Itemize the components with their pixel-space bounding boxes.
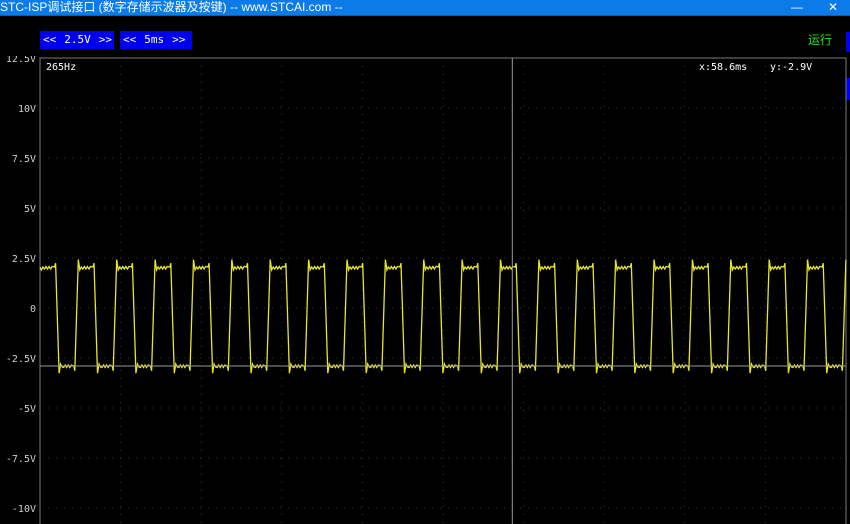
volt-div-control: << 2.5V >>: [40, 31, 114, 49]
signal-trace: [39, 259, 847, 374]
y-tick-label: -7.5V: [6, 454, 36, 465]
window-title: STC-ISP调试接口 (数字存储示波器及按键) -- www.STCAI.co…: [0, 0, 343, 14]
minimize-button[interactable]: —: [786, 0, 808, 16]
y-tick-label: 12.5V: [6, 56, 36, 65]
volt-div-decrease-button[interactable]: <<: [43, 31, 56, 49]
time-div-increase-button[interactable]: >>: [172, 31, 185, 49]
y-tick-label: -5V: [18, 404, 36, 415]
scope-toolbar: << 2.5V >> << 5ms >> 运行: [0, 16, 850, 56]
time-div-value: 5ms: [144, 33, 165, 46]
side-button-top[interactable]: [846, 32, 850, 52]
y-tick-label: -2.5V: [6, 354, 36, 365]
y-tick-label: 0: [30, 304, 36, 315]
y-tick-label: 5V: [24, 204, 36, 215]
cursor-y-readout: y:-2.9V: [770, 62, 812, 73]
title-bar: STC-ISP调试接口 (数字存储示波器及按键) -- www.STCAI.co…: [0, 0, 850, 16]
cursor-x-readout: x:58.6ms: [699, 62, 747, 73]
y-tick-label: 7.5V: [12, 154, 36, 165]
close-button[interactable]: ✕: [822, 0, 844, 16]
time-div-control: << 5ms >>: [120, 31, 192, 49]
y-axis-labels: 12.5V 10V 7.5V 5V 2.5V 0 -2.5V -5V -7.5V -10V: [6, 56, 36, 515]
oscilloscope-display[interactable]: 12.5V 10V 7.5V 5V 2.5V 0 -2.5V -5V -7.5V -10V 265…: [0, 56, 850, 524]
y-tick-label: 10V: [18, 104, 36, 115]
frequency-readout: 265Hz: [46, 62, 76, 73]
y-tick-label: 2.5V: [12, 254, 36, 265]
graticule: [39, 57, 847, 524]
time-div-decrease-button[interactable]: <<: [123, 31, 136, 49]
volt-div-increase-button[interactable]: >>: [99, 31, 112, 49]
volt-div-value: 2.5V: [64, 33, 91, 46]
run-toggle-button[interactable]: 运行: [808, 33, 832, 47]
y-tick-label: -10V: [12, 504, 36, 515]
